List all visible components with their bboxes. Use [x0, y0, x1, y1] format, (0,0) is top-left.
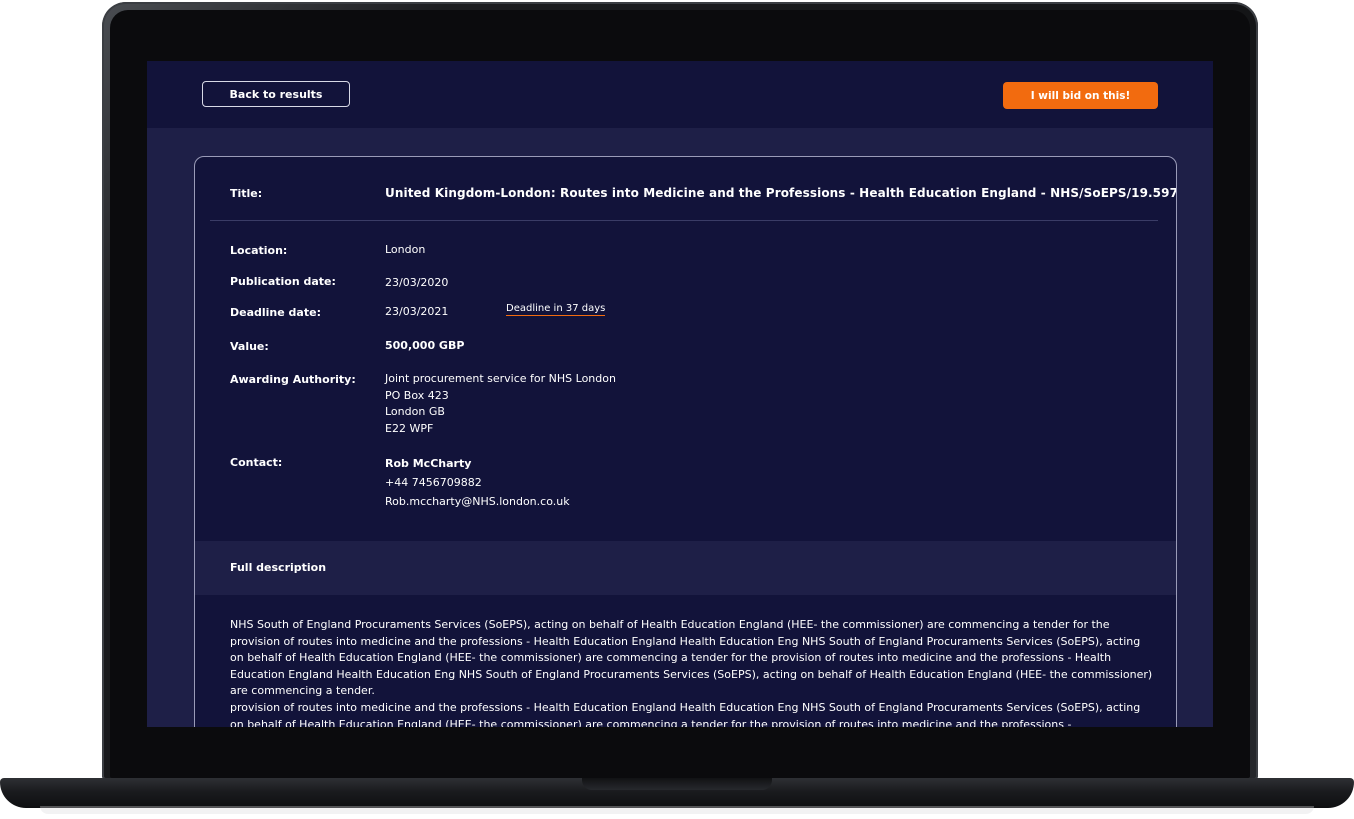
address-line: E22 WPF	[385, 421, 434, 435]
address-line: Joint procurement service for NHS London	[385, 372, 616, 385]
bid-button[interactable]: I will bid on this!	[1003, 82, 1158, 109]
deadline-countdown-badge: Deadline in 37 days	[506, 303, 606, 316]
address-line: London GB	[385, 405, 445, 418]
publication-date-value: 23/03/2020	[385, 276, 449, 289]
title-label: Title:	[230, 187, 263, 200]
laptop-notch	[582, 778, 772, 790]
full-description-header: Full description	[195, 541, 1176, 595]
deadline-date-value: 23/03/2021	[385, 305, 449, 318]
top-bar: Back to results I will bid on this!	[147, 61, 1213, 128]
back-to-results-button[interactable]: Back to results	[202, 81, 350, 107]
tender-title: United Kingdom-London: Routes into Medic…	[385, 186, 1177, 200]
description-paragraph: provision of routes into medicine and th…	[230, 700, 1141, 727]
value-amount: 500,000 GBP	[385, 339, 465, 352]
contact-info: Rob McCharty +44 7456709882 Rob.mccharty…	[385, 454, 570, 511]
description-paragraph: NHS South of England Procuraments Servic…	[230, 618, 1153, 698]
contact-label: Contact:	[230, 456, 283, 469]
contact-phone[interactable]: +44 7456709882	[385, 473, 570, 492]
value-label: Value:	[230, 340, 269, 353]
deadline-date-label: Deadline date:	[230, 306, 321, 319]
awarding-authority-label: Awarding Authority:	[230, 373, 356, 386]
divider	[210, 220, 1158, 221]
tender-detail-card: Title: United Kingdom-London: Routes int…	[194, 156, 1177, 727]
full-description-body: NHS South of England Procuraments Servic…	[230, 617, 1155, 727]
laptop-shadow	[40, 806, 1314, 814]
address-line: PO Box 423	[385, 388, 449, 402]
awarding-authority-address: Joint procurement service for NHS London…	[385, 371, 616, 437]
location-label: Location:	[230, 244, 288, 257]
app-screen: Back to results I will bid on this! Titl…	[147, 61, 1213, 727]
full-description-title: Full description	[230, 561, 327, 574]
publication-date-label: Publication date:	[230, 275, 336, 288]
contact-email[interactable]: Rob.mccharty@NHS.london.co.uk	[385, 492, 570, 511]
contact-name: Rob McCharty	[385, 457, 472, 470]
location-value: London	[385, 243, 426, 256]
